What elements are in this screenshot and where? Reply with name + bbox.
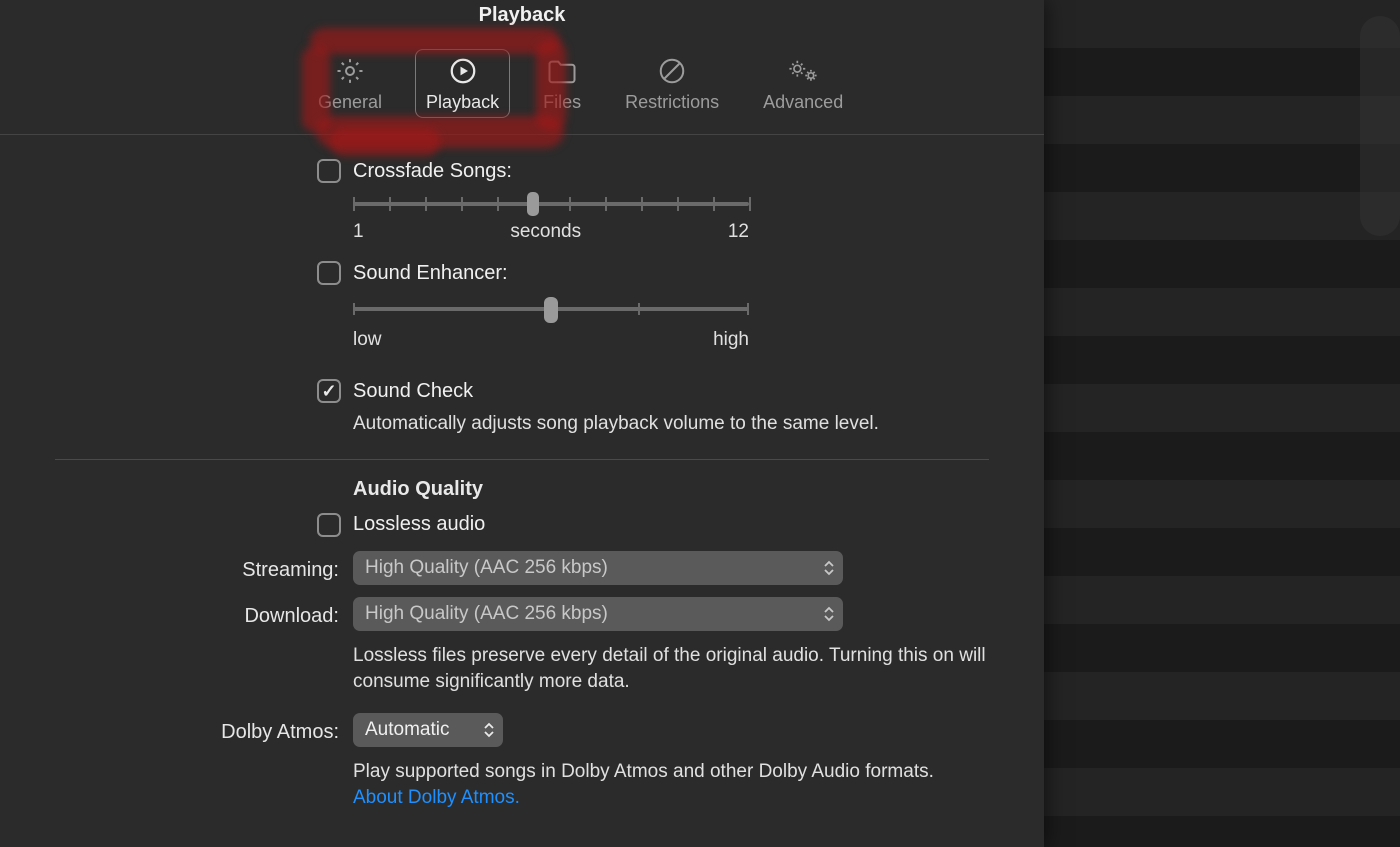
tab-restrictions[interactable]: Restrictions: [614, 49, 730, 118]
dolby-select[interactable]: Automatic: [353, 713, 503, 747]
enhancer-checkbox[interactable]: [317, 261, 341, 285]
dolby-label: Dolby Atmos:: [55, 716, 353, 744]
tab-label: Restrictions: [625, 92, 719, 113]
lossless-checkbox[interactable]: [317, 513, 341, 537]
crossfade-min: 1: [353, 221, 364, 243]
tab-label: General: [318, 92, 382, 113]
background-list: [1044, 0, 1400, 847]
download-select[interactable]: High Quality (AAC 256 kbps): [353, 597, 843, 631]
folder-icon: [547, 56, 577, 86]
enhancer-label: Sound Enhancer:: [353, 262, 508, 285]
lossless-label: Lossless audio: [353, 513, 485, 536]
crossfade-label: Crossfade Songs:: [353, 160, 512, 183]
tab-label: Files: [543, 92, 581, 113]
gear-icon: [335, 56, 365, 86]
tab-advanced[interactable]: Advanced: [752, 49, 854, 118]
soundcheck-desc: Automatically adjusts song playback volu…: [353, 411, 989, 437]
audio-quality-heading: Audio Quality: [353, 478, 989, 501]
streaming-label: Streaming:: [55, 554, 353, 582]
soundcheck-label: Sound Check: [353, 380, 473, 403]
prefs-toolbar: General Playback Files Restrictions: [0, 27, 1044, 135]
panel-title: Playback: [0, 0, 1044, 27]
gears-icon: [786, 56, 820, 86]
play-circle-icon: [448, 56, 478, 86]
crossfade-unit: seconds: [510, 221, 581, 243]
divider: [55, 459, 989, 460]
crossfade-slider[interactable]: [353, 193, 749, 215]
preferences-panel: Playback General Playback Files: [0, 0, 1044, 847]
dolby-link[interactable]: About Dolby Atmos.: [353, 787, 520, 808]
tab-files[interactable]: Files: [532, 49, 592, 118]
streaming-value: High Quality (AAC 256 kbps): [365, 557, 608, 579]
crossfade-max: 12: [728, 221, 749, 243]
dolby-value: Automatic: [365, 719, 449, 741]
lossless-note: Lossless files preserve every detail of …: [353, 643, 989, 695]
chevrons-icon: [483, 722, 495, 738]
tab-playback[interactable]: Playback: [415, 49, 510, 118]
tab-general[interactable]: General: [307, 49, 393, 118]
restriction-icon: [657, 56, 687, 86]
enhancer-slider[interactable]: [353, 295, 749, 323]
enhancer-high: high: [713, 329, 749, 351]
tab-label: Playback: [426, 92, 499, 113]
chevrons-icon: [823, 560, 835, 576]
panel-content: Crossfade Songs:: [0, 135, 1044, 834]
soundcheck-checkbox[interactable]: [317, 379, 341, 403]
dolby-note: Play supported songs in Dolby Atmos and …: [353, 761, 934, 782]
crossfade-checkbox[interactable]: [317, 159, 341, 183]
chevrons-icon: [823, 606, 835, 622]
enhancer-low: low: [353, 329, 382, 351]
streaming-select[interactable]: High Quality (AAC 256 kbps): [353, 551, 843, 585]
tab-label: Advanced: [763, 92, 843, 113]
download-value: High Quality (AAC 256 kbps): [365, 603, 608, 625]
download-label: Download:: [55, 600, 353, 628]
